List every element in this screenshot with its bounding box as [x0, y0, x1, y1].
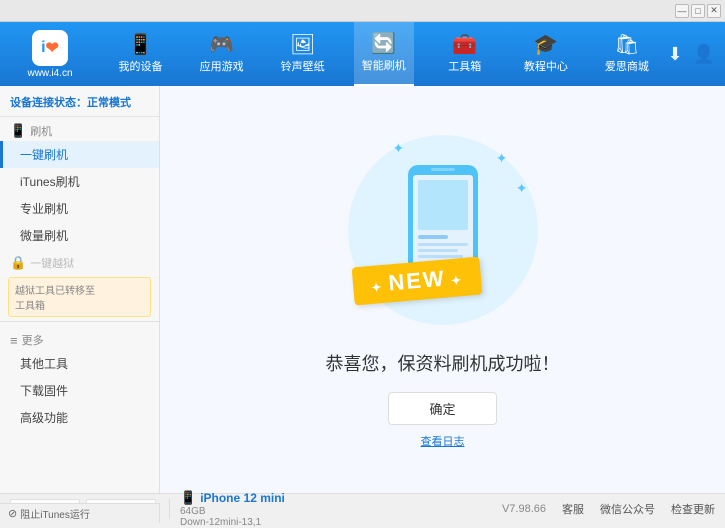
nav-tutorial[interactable]: 🎓 教程中心 [516, 22, 576, 86]
device-storage: 64GB [180, 506, 492, 517]
sidebar-download-firmware[interactable]: 下载固件 [0, 377, 159, 404]
itunes-status-icon: ⊘ [8, 507, 17, 520]
status-label: 设备连接状态： [10, 97, 87, 109]
sidebar-pro-flash[interactable]: 专业刷机 [0, 195, 159, 222]
jailbreak-icon: 🔒 [10, 255, 26, 271]
toolbox-icon: 🧰 [452, 35, 477, 55]
status-value: 正常模式 [87, 97, 131, 109]
sidebar-itunes-flash[interactable]: iTunes刷机 [0, 168, 159, 195]
jailbreak-notice: 越狱工具已转移至 工具箱 [8, 277, 151, 317]
wallpaper-icon: 🖼 [290, 35, 315, 55]
sidebar-micro-flash[interactable]: 微量刷机 [0, 222, 159, 249]
device-name: iPhone 12 mini [200, 491, 285, 505]
logo-icon: i❤ [32, 30, 68, 66]
sparkle-2: ✦ [516, 180, 528, 197]
user-btn[interactable]: 👤 [693, 44, 715, 65]
nav-tutorial-label: 教程中心 [524, 58, 568, 74]
success-message: 恭喜您，保资料刷机成功啦！ [326, 350, 560, 376]
section-jailbreak: 🔒 一键越狱 [0, 249, 159, 273]
success-visual: NEW ✦ ✦ ✦ [343, 130, 543, 330]
sparkle-1: ✦ [496, 150, 508, 167]
content-area: NEW ✦ ✦ ✦ 恭喜您，保资料刷机成功啦！ 确定 查看日志 [160, 86, 725, 493]
nav-wallpaper-label: 铃声壁纸 [281, 58, 325, 74]
nav-shop[interactable]: 🛍 爱思商城 [597, 22, 657, 86]
nav-toolbox[interactable]: 🧰 工具箱 [435, 22, 495, 86]
main-area: 设备连接状态：正常模式 📱 刷机 一键刷机 iTunes刷机 专业刷机 微量刷机… [0, 86, 725, 493]
check-update-link[interactable]: 检查更新 [671, 501, 715, 517]
nav-smart-flash[interactable]: 🔄 智能刷机 [354, 22, 414, 86]
customer-service-link[interactable]: 客服 [562, 501, 584, 517]
title-bar: — □ ✕ [0, 0, 725, 22]
logo-text: www.i4.cn [27, 68, 72, 79]
tutorial-icon: 🎓 [533, 35, 558, 55]
logo-area[interactable]: i❤ www.i4.cn [0, 22, 100, 86]
sparkle-3: ✦ [393, 140, 405, 157]
more-icon: ≡ [10, 333, 18, 348]
confirm-button[interactable]: 确定 [388, 392, 496, 425]
flash-section-label: 刷机 [30, 123, 52, 139]
nav-app-games[interactable]: 🎮 应用游戏 [192, 22, 252, 86]
again-link[interactable]: 查看日志 [421, 433, 465, 449]
download-btn[interactable]: ⬇ [667, 44, 682, 65]
section-more: ≡ 更多 [0, 326, 159, 350]
section-flash: 📱 刷机 [0, 117, 159, 141]
smart-flash-icon: 🔄 [371, 34, 396, 54]
flash-section-icon: 📱 [10, 123, 26, 139]
device-status: 设备连接状态：正常模式 [0, 90, 159, 117]
nav-items: 📱 我的设备 🎮 应用游戏 🖼 铃声壁纸 🔄 智能刷机 🧰 工具箱 🎓 教程中心… [100, 22, 667, 86]
version-text: V7.98.66 [502, 503, 546, 515]
sidebar-other-tools[interactable]: 其他工具 [0, 350, 159, 377]
nav-wallpaper[interactable]: 🖼 铃声壁纸 [273, 22, 333, 86]
sidebar-one-click-flash[interactable]: 一键刷机 [0, 141, 159, 168]
nav-right: ⬇ 👤 [667, 44, 725, 65]
itunes-status-bar: ⊘ 阻止iTunes运行 [0, 503, 160, 523]
nav-app-games-label: 应用游戏 [200, 58, 244, 74]
device-info: 📱 iPhone 12 mini 64GB Down-12mini-13,1 [170, 490, 502, 528]
minimize-btn[interactable]: — [675, 4, 689, 18]
header: i❤ www.i4.cn 📱 我的设备 🎮 应用游戏 🖼 铃声壁纸 🔄 智能刷机… [0, 22, 725, 86]
my-device-icon: 📱 [128, 35, 153, 55]
jailbreak-label: 一键越狱 [30, 255, 74, 271]
more-label: 更多 [22, 332, 44, 348]
shop-icon: 🛍 [614, 35, 639, 55]
sidebar-advanced[interactable]: 高级功能 [0, 404, 159, 431]
maximize-btn[interactable]: □ [691, 4, 705, 18]
sidebar: 设备连接状态：正常模式 📱 刷机 一键刷机 iTunes刷机 专业刷机 微量刷机… [0, 86, 160, 493]
wechat-link[interactable]: 微信公众号 [600, 501, 655, 517]
nav-my-device-label: 我的设备 [119, 58, 163, 74]
nav-shop-label: 爱思商城 [605, 58, 649, 74]
bottom-right-area: V7.98.66 客服 微信公众号 检查更新 [502, 501, 715, 517]
nav-my-device[interactable]: 📱 我的设备 [111, 22, 171, 86]
device-model: Down-12mini-13,1 [180, 517, 492, 528]
close-btn[interactable]: ✕ [707, 4, 721, 18]
device-phone-icon: 📱 [180, 490, 196, 506]
nav-toolbox-label: 工具箱 [448, 58, 481, 74]
app-games-icon: 🎮 [209, 35, 234, 55]
itunes-status-text: 阻止iTunes运行 [20, 506, 90, 521]
nav-smart-flash-label: 智能刷机 [362, 57, 406, 73]
sidebar-divider [0, 321, 159, 322]
